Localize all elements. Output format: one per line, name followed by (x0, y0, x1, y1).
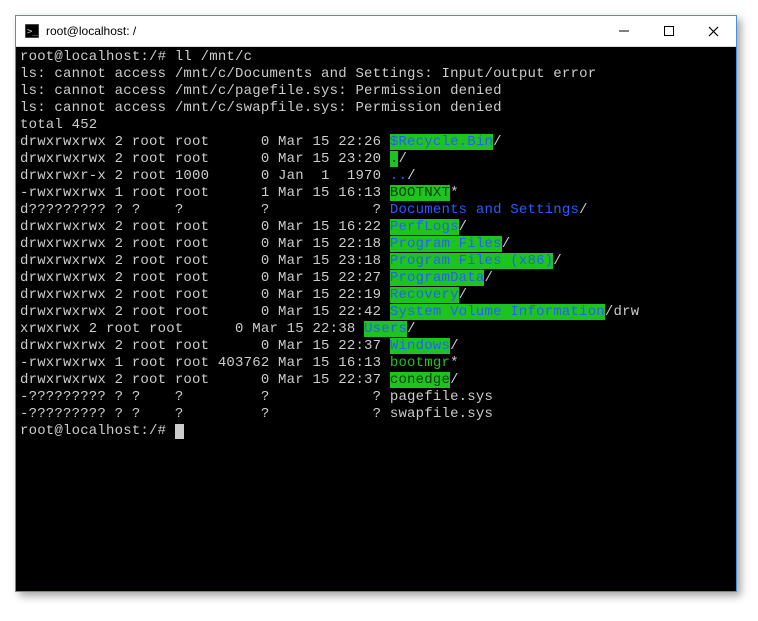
prompt: root@localhost:/# (20, 423, 175, 439)
list-item: -rwxrwxrwx 1 root root 1 Mar 15 16:13 BO… (20, 185, 459, 201)
list-item: drwxrwxrwx 2 root root 0 Mar 15 23:18 Pr… (20, 253, 562, 269)
error-line: ls: cannot access /mnt/c/Documents and S… (20, 66, 596, 82)
list-item: -rwxrwxrwx 1 root root 403762 Mar 15 16:… (20, 355, 459, 371)
dir-name: Program Files (390, 236, 502, 252)
list-item: -????????? ? ? ? ? ? pagefile.sys (20, 389, 493, 405)
dir-name: .. (390, 168, 407, 184)
app-icon: >_ (24, 23, 40, 39)
maximize-button[interactable] (646, 16, 691, 46)
error-line: ls: cannot access /mnt/c/swapfile.sys: P… (20, 100, 502, 116)
command: ll /mnt/c (175, 49, 252, 65)
dir-name: $Recycle.Bin (390, 134, 493, 150)
close-button[interactable] (691, 16, 736, 46)
dir-name: Recovery (390, 287, 459, 303)
list-item: drwxrwxrwx 2 root root 0 Mar 15 22:42 Sy… (20, 304, 639, 320)
dir-name: conedge (390, 372, 450, 388)
list-item: d????????? ? ? ? ? ? Documents and Setti… (20, 202, 588, 218)
window-title: root@localhost: / (46, 24, 601, 38)
file-name: BOOTNXT (390, 185, 450, 201)
list-item: drwxrwxrwx 2 root root 0 Mar 15 22:37 Wi… (20, 338, 459, 354)
window-controls (601, 16, 736, 46)
dir-name: Documents and Settings (390, 202, 579, 218)
dir-name: Users (364, 321, 407, 337)
list-item-wrap: xrwxrwx 2 root root 0 Mar 15 22:38 Users… (20, 321, 416, 337)
dir-name: ProgramData (390, 270, 485, 286)
dir-name: Program Files (x86) (390, 253, 553, 269)
file-name: pagefile.sys (390, 389, 493, 405)
terminal-output[interactable]: root@localhost:/# ll /mnt/c ls: cannot a… (16, 47, 736, 591)
list-item: drwxrwxrwx 2 root root 0 Mar 15 22:37 co… (20, 372, 459, 388)
list-item: drwxrwxr-x 2 root 1000 0 Jan 1 1970 ../ (20, 168, 416, 184)
dir-name: System Volume Information (390, 304, 605, 320)
cursor (175, 424, 184, 439)
list-item: drwxrwxrwx 2 root root 0 Mar 15 16:22 Pe… (20, 219, 467, 235)
list-item: drwxrwxrwx 2 root root 0 Mar 15 22:19 Re… (20, 287, 467, 303)
error-line: ls: cannot access /mnt/c/pagefile.sys: P… (20, 83, 502, 99)
list-item: drwxrwxrwx 2 root root 0 Mar 15 22:18 Pr… (20, 236, 510, 252)
list-item: drwxrwxrwx 2 root root 0 Mar 15 22:27 Pr… (20, 270, 493, 286)
minimize-button[interactable] (601, 16, 646, 46)
prompt: root@localhost:/# (20, 49, 175, 65)
total-line: total 452 (20, 117, 97, 133)
terminal-window: >_ root@localhost: / root@localhost:/# l… (15, 15, 737, 592)
titlebar[interactable]: >_ root@localhost: / (16, 16, 736, 47)
dir-name: PerfLogs (390, 219, 459, 235)
dir-name: Windows (390, 338, 450, 354)
list-item: -????????? ? ? ? ? ? swapfile.sys (20, 406, 493, 422)
svg-text:>_: >_ (27, 27, 38, 37)
file-name: bootmgr (390, 355, 450, 371)
list-item: drwxrwxrwx 2 root root 0 Mar 15 22:26 $R… (20, 134, 502, 150)
file-name: swapfile.sys (390, 406, 493, 422)
list-item: drwxrwxrwx 2 root root 0 Mar 15 23:20 ./ (20, 151, 407, 167)
